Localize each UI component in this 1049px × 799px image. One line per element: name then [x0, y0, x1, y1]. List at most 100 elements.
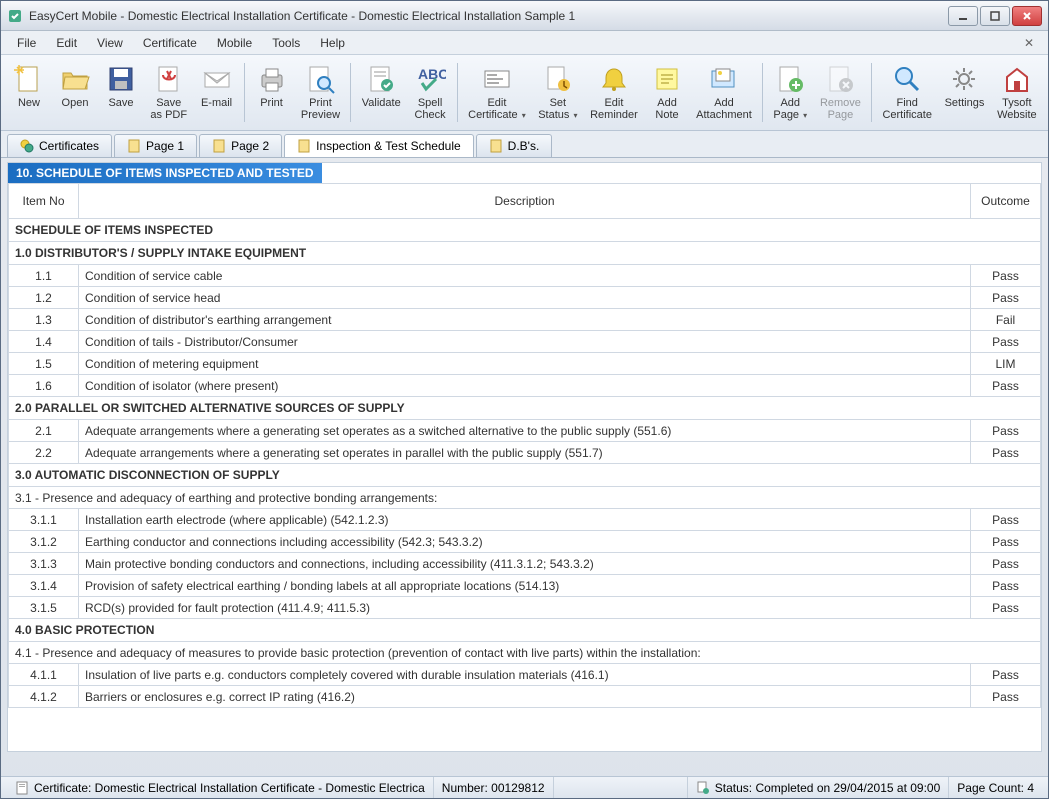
toolbar-reminder-button[interactable]: EditReminder — [585, 59, 643, 126]
table-row[interactable]: 3.1 - Presence and adequacy of earthing … — [9, 487, 1041, 509]
outcome-cell[interactable]: Pass — [971, 686, 1041, 708]
item-no-cell: 3.1.2 — [9, 531, 79, 553]
toolbar-label: EditCertificate ▾ — [468, 97, 526, 122]
table-row[interactable]: 1.5Condition of metering equipmentLIM — [9, 353, 1041, 375]
table-row[interactable]: 1.2Condition of service headPass — [9, 287, 1041, 309]
outcome-cell[interactable]: Pass — [971, 553, 1041, 575]
tab-inspect[interactable]: Inspection & Test Schedule — [284, 134, 474, 157]
table-row[interactable]: 3.1.5RCD(s) provided for fault protectio… — [9, 597, 1041, 619]
toolbar-open-button[interactable]: Open — [53, 59, 97, 126]
outcome-cell[interactable]: Pass — [971, 265, 1041, 287]
toolbar-save-button[interactable]: Save — [99, 59, 143, 126]
toolbar-addattach-button[interactable]: AddAttachment — [691, 59, 757, 126]
description-cell: Provision of safety electrical earthing … — [79, 575, 971, 597]
menubar-close-button[interactable]: ✕ — [1016, 36, 1042, 50]
col-item-no[interactable]: Item No — [9, 184, 79, 219]
toolbar-spell-button[interactable]: ABCSpellCheck — [408, 59, 452, 126]
website-icon — [1001, 63, 1033, 95]
table-row[interactable]: 2.1Adequate arrangements where a generat… — [9, 420, 1041, 442]
outcome-cell[interactable]: Pass — [971, 331, 1041, 353]
table-row[interactable]: 4.1.1Insulation of live parts e.g. condu… — [9, 664, 1041, 686]
outcome-cell[interactable]: Pass — [971, 597, 1041, 619]
toolbar-savepdf-button[interactable]: Saveas PDF — [145, 59, 193, 126]
tab-page1[interactable]: Page 1 — [114, 134, 197, 157]
outcome-cell[interactable]: LIM — [971, 353, 1041, 375]
item-no-cell: 3.1.1 — [9, 509, 79, 531]
col-description[interactable]: Description — [79, 184, 971, 219]
menu-help[interactable]: Help — [310, 33, 355, 53]
table-row[interactable]: 4.1.2Barriers or enclosures e.g. correct… — [9, 686, 1041, 708]
table-row[interactable]: 1.6Condition of isolator (where present)… — [9, 375, 1041, 397]
table-row[interactable]: 1.3Condition of distributor's earthing a… — [9, 309, 1041, 331]
menu-certificate[interactable]: Certificate — [133, 33, 207, 53]
table-row[interactable]: SCHEDULE OF ITEMS INSPECTED — [9, 219, 1041, 242]
description-cell: Condition of isolator (where present) — [79, 375, 971, 397]
toolbar-new-button[interactable]: New — [7, 59, 51, 126]
toolbar-print-button[interactable]: Print — [250, 59, 294, 126]
toolbar-settings-button[interactable]: Settings — [939, 59, 990, 126]
toolbar-preview-button[interactable]: PrintPreview — [296, 59, 346, 126]
titlebar: EasyCert Mobile - Domestic Electrical In… — [1, 1, 1048, 31]
menu-edit[interactable]: Edit — [46, 33, 87, 53]
menu-file[interactable]: File — [7, 33, 46, 53]
table-row[interactable]: 1.4Condition of tails - Distributor/Cons… — [9, 331, 1041, 353]
col-outcome[interactable]: Outcome — [971, 184, 1041, 219]
toolbar-addnote-button[interactable]: AddNote — [645, 59, 689, 126]
menu-mobile[interactable]: Mobile — [207, 33, 262, 53]
table-row[interactable]: 1.1Condition of service cablePass — [9, 265, 1041, 287]
table-row[interactable]: 3.1.4Provision of safety electrical eart… — [9, 575, 1041, 597]
outcome-cell[interactable]: Pass — [971, 375, 1041, 397]
toolbar-addpage-button[interactable]: AddPage ▾ — [768, 59, 813, 126]
toolbar-findcert-button[interactable]: FindCertificate — [877, 59, 937, 126]
toolbar-label: AddAttachment — [696, 97, 752, 121]
menu-tools[interactable]: Tools — [262, 33, 310, 53]
table-row[interactable]: 4.0 BASIC PROTECTION — [9, 619, 1041, 642]
toolbar-label: SetStatus ▾ — [538, 97, 577, 122]
outcome-cell[interactable]: Pass — [971, 575, 1041, 597]
table-row[interactable]: 3.1.2Earthing conductor and connections … — [9, 531, 1041, 553]
table-row[interactable]: 1.0 DISTRIBUTOR'S / SUPPLY INTAKE EQUIPM… — [9, 242, 1041, 265]
outcome-cell[interactable]: Pass — [971, 442, 1041, 464]
tab-page2[interactable]: Page 2 — [199, 134, 282, 157]
outcome-cell[interactable]: Pass — [971, 531, 1041, 553]
outcome-cell[interactable]: Fail — [971, 309, 1041, 331]
table-row[interactable]: 2.0 PARALLEL OR SWITCHED ALTERNATIVE SOU… — [9, 397, 1041, 420]
outcome-cell[interactable]: Pass — [971, 287, 1041, 309]
maximize-button[interactable] — [980, 6, 1010, 26]
section-header: 10. SCHEDULE OF ITEMS INSPECTED AND TEST… — [8, 163, 322, 183]
tab-dbs[interactable]: D.B's. — [476, 134, 553, 157]
toolbar-label: New — [18, 97, 40, 109]
statusbar: Certificate: Domestic Electrical Install… — [1, 776, 1048, 798]
table-row[interactable]: 3.0 AUTOMATIC DISCONNECTION OF SUPPLY — [9, 464, 1041, 487]
toolbar-email-button[interactable]: E-mail — [195, 59, 239, 126]
preview-icon — [304, 63, 336, 95]
toolbar-label: AddPage ▾ — [773, 97, 807, 122]
menu-view[interactable]: View — [87, 33, 133, 53]
table-row[interactable]: 4.1 - Presence and adequacy of measures … — [9, 642, 1041, 664]
description-cell: Main protective bonding conductors and c… — [79, 553, 971, 575]
close-button[interactable] — [1012, 6, 1042, 26]
item-no-cell: 3.1.5 — [9, 597, 79, 619]
table-scroll[interactable]: Item No Description Outcome SCHEDULE OF … — [8, 183, 1041, 745]
description-cell: Condition of metering equipment — [79, 353, 971, 375]
subsection-cell: 4.1 - Presence and adequacy of measures … — [9, 642, 1041, 664]
page-icon — [127, 139, 141, 153]
table-row[interactable]: 3.1.3Main protective bonding conductors … — [9, 553, 1041, 575]
menubar: File Edit View Certificate Mobile Tools … — [1, 31, 1048, 55]
tab-certs[interactable]: Certificates — [7, 134, 112, 157]
table-row[interactable]: 3.1.1Installation earth electrode (where… — [9, 509, 1041, 531]
description-cell: Condition of service cable — [79, 265, 971, 287]
toolbar-setstatus-button[interactable]: SetStatus ▾ — [533, 59, 583, 126]
outcome-cell[interactable]: Pass — [971, 664, 1041, 686]
email-icon — [201, 63, 233, 95]
outcome-cell[interactable]: Pass — [971, 509, 1041, 531]
minimize-button[interactable] — [948, 6, 978, 26]
toolbar-editcert-button[interactable]: EditCertificate ▾ — [463, 59, 531, 126]
toolbar-website-button[interactable]: TysoftWebsite — [992, 59, 1042, 126]
setstatus-icon — [542, 63, 574, 95]
outcome-cell[interactable]: Pass — [971, 420, 1041, 442]
description-cell: Earthing conductor and connections inclu… — [79, 531, 971, 553]
description-cell: Adequate arrangements where a generating… — [79, 442, 971, 464]
toolbar-validate-button[interactable]: Validate — [356, 59, 406, 126]
table-row[interactable]: 2.2Adequate arrangements where a generat… — [9, 442, 1041, 464]
